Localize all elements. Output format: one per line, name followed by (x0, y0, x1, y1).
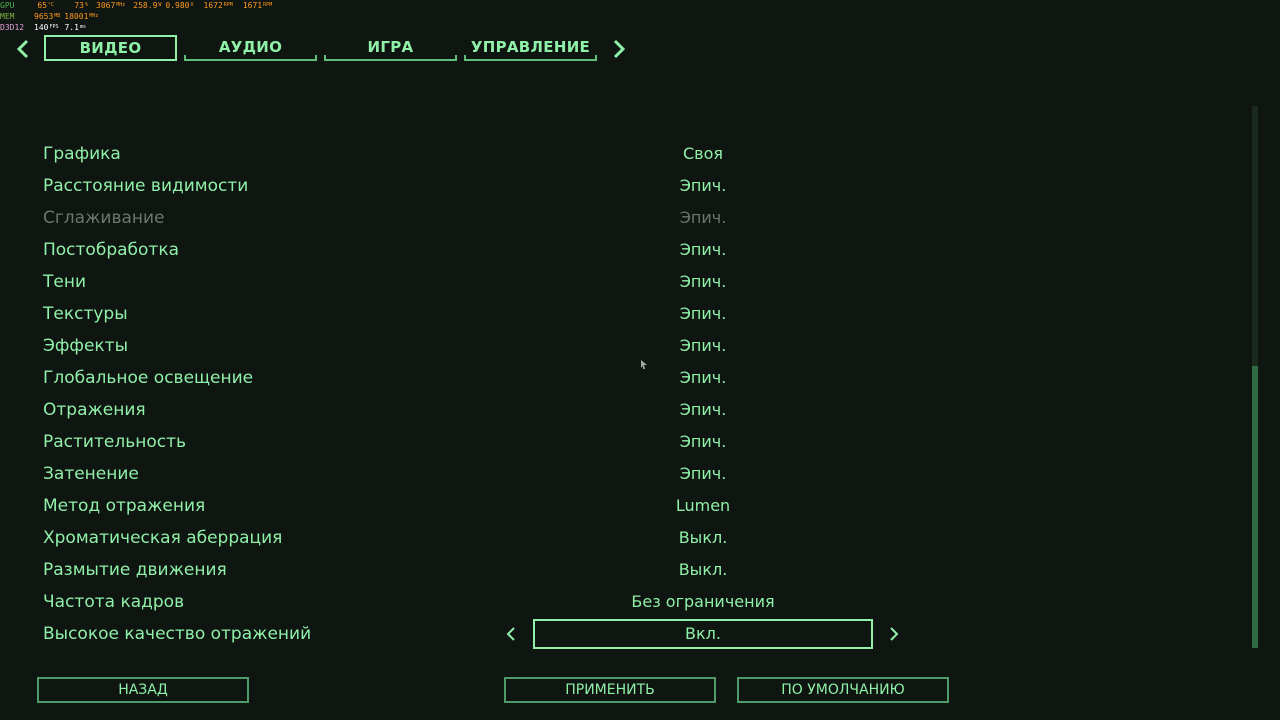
apply-button[interactable]: ПРИМЕНИТЬ (504, 677, 716, 703)
setting-row-reflections[interactable]: Отражения Эпич. (0, 394, 1240, 426)
setting-row-frame-rate[interactable]: Частота кадров Без ограничения (0, 586, 1240, 618)
chevron-right-icon (613, 39, 626, 59)
setting-value: Эпич. (679, 208, 727, 227)
tab-audio[interactable]: АУДИО (184, 35, 317, 61)
setting-value: Эпич. (679, 368, 727, 387)
overlay-mem-clock: 18001 (64, 12, 89, 21)
setting-value: Эпич. (679, 176, 727, 195)
setting-value: Выкл. (678, 528, 728, 547)
chevron-left-icon (16, 39, 29, 59)
setting-label: Хроматическая аберрация (43, 528, 283, 548)
setting-label: Затенение (43, 464, 139, 484)
setting-label: Метод отражения (43, 496, 206, 516)
overlay-unit: % (84, 2, 88, 8)
setting-value: Выкл. (678, 560, 728, 579)
overlay-unit: FPS (49, 24, 59, 30)
setting-row-hq-reflections[interactable]: Высокое качество отражений Вкл. (0, 618, 1240, 650)
setting-value: Своя (682, 144, 723, 163)
setting-label: Постобработка (43, 240, 179, 260)
setting-row-postprocessing[interactable]: Постобработка Эпич. (0, 234, 1240, 266)
setting-row-foliage[interactable]: Растительность Эпич. (0, 426, 1240, 458)
setting-label: Текстуры (43, 304, 128, 324)
chevron-left-icon (506, 627, 515, 641)
overlay-gpu-temp: 65 (37, 1, 47, 10)
overlay-unit: W (158, 2, 162, 8)
setting-row-motion-blur[interactable]: Размытие движения Выкл. (0, 554, 1240, 586)
overlay-d3d-row: D3D12 140FPS 7.1ms (0, 22, 280, 33)
setting-label: Расстояние видимости (43, 176, 249, 196)
overlay-gpu-fan1: 1672 (203, 1, 223, 10)
overlay-frametime: 7.1 (64, 23, 79, 32)
setting-label: Тени (43, 272, 87, 292)
setting-label: Высокое качество отражений (43, 624, 312, 644)
tab-game[interactable]: ИГРА (324, 35, 457, 61)
setting-row-textures[interactable]: Текстуры Эпич. (0, 298, 1240, 330)
setting-row-shadows[interactable]: Тени Эпич. (0, 266, 1240, 298)
setting-value: Lumen (675, 496, 731, 515)
overlay-gpu-row: GPU 65°C 73% 3067MHz 258.9W 0.980V 1672R… (0, 0, 280, 11)
default-button[interactable]: ПО УМОЛЧАНИЮ (737, 677, 949, 703)
back-button[interactable]: НАЗАД (37, 677, 249, 703)
overlay-unit: ms (79, 24, 86, 30)
overlay-unit: MHz (116, 2, 126, 8)
scrollbar-thumb[interactable] (1252, 366, 1258, 648)
setting-label: Графика (43, 144, 121, 164)
overlay-mem-row: MEM 9653MB 18001MHz (0, 11, 280, 22)
setting-label: Сглаживание (43, 208, 165, 228)
scrollbar[interactable] (1252, 106, 1258, 648)
setting-label: Частота кадров (43, 592, 185, 612)
setting-label: Эффекты (43, 336, 128, 356)
setting-row-effects[interactable]: Эффекты Эпич. (0, 330, 1240, 362)
tab-next-button[interactable] (608, 37, 630, 61)
overlay-gpu-label: GPU (0, 1, 15, 10)
setting-value: Эпич. (679, 240, 727, 259)
overlay-unit: °C (47, 2, 54, 8)
setting-row-view-distance[interactable]: Расстояние видимости Эпич. (0, 170, 1240, 202)
setting-value: Эпич. (679, 400, 727, 419)
setting-label: Отражения (43, 400, 146, 420)
setting-label: Глобальное освещение (43, 368, 254, 388)
setting-value: Эпич. (679, 336, 727, 355)
overlay-unit: RPM (263, 2, 273, 8)
setting-value: Вкл. (685, 624, 721, 643)
overlay-d3d-label: D3D12 (0, 23, 25, 32)
overlay-gpu-power: 258.9 (133, 1, 158, 10)
setting-row-shading[interactable]: Затенение Эпич. (0, 458, 1240, 490)
setting-value: Эпич. (679, 432, 727, 451)
overlay-unit: V (190, 2, 194, 8)
overlay-mem-label: MEM (0, 12, 15, 21)
overlay-gpu-load: 73 (74, 1, 84, 10)
setting-row-antialiasing: Сглаживание Эпич. (0, 202, 1240, 234)
setting-value: Без ограничения (631, 592, 775, 611)
tab-video[interactable]: ВИДЕО (44, 35, 177, 61)
setting-row-graphics[interactable]: Графика Своя (0, 138, 1240, 170)
video-settings-list: Графика Своя Расстояние видимости Эпич. Сг… (0, 138, 1240, 650)
performance-overlay: GPU 65°C 73% 3067MHz 258.9W 0.980V 1672R… (0, 0, 280, 33)
chevron-right-icon (890, 627, 899, 641)
overlay-unit: MHz (89, 13, 99, 19)
setting-row-chromatic-aberration[interactable]: Хроматическая аберрация Выкл. (0, 522, 1240, 554)
overlay-mem-used: 9653 (34, 12, 54, 21)
overlay-gpu-volt: 0.980 (165, 1, 190, 10)
overlay-unit: MB (54, 13, 61, 19)
setting-label: Растительность (43, 432, 186, 452)
tab-controls[interactable]: УПРАВЛЕНИЕ (464, 35, 597, 61)
setting-value: Эпич. (679, 464, 727, 483)
overlay-fps: 140 (34, 23, 49, 32)
overlay-gpu-clock: 3067 (96, 1, 116, 10)
setting-label: Размытие движения (43, 560, 227, 580)
value-next-button[interactable] (887, 626, 901, 642)
overlay-unit: RPM (223, 2, 233, 8)
setting-row-reflection-method[interactable]: Метод отражения Lumen (0, 490, 1240, 522)
tab-prev-button[interactable] (12, 37, 34, 61)
setting-value: Эпич. (679, 272, 727, 291)
overlay-gpu-fan2: 1671 (242, 1, 263, 10)
setting-value: Эпич. (679, 304, 727, 323)
value-prev-button[interactable] (504, 626, 518, 642)
setting-row-global-illumination[interactable]: Глобальное освещение Эпич. (0, 362, 1240, 394)
mouse-cursor-icon (641, 360, 647, 369)
